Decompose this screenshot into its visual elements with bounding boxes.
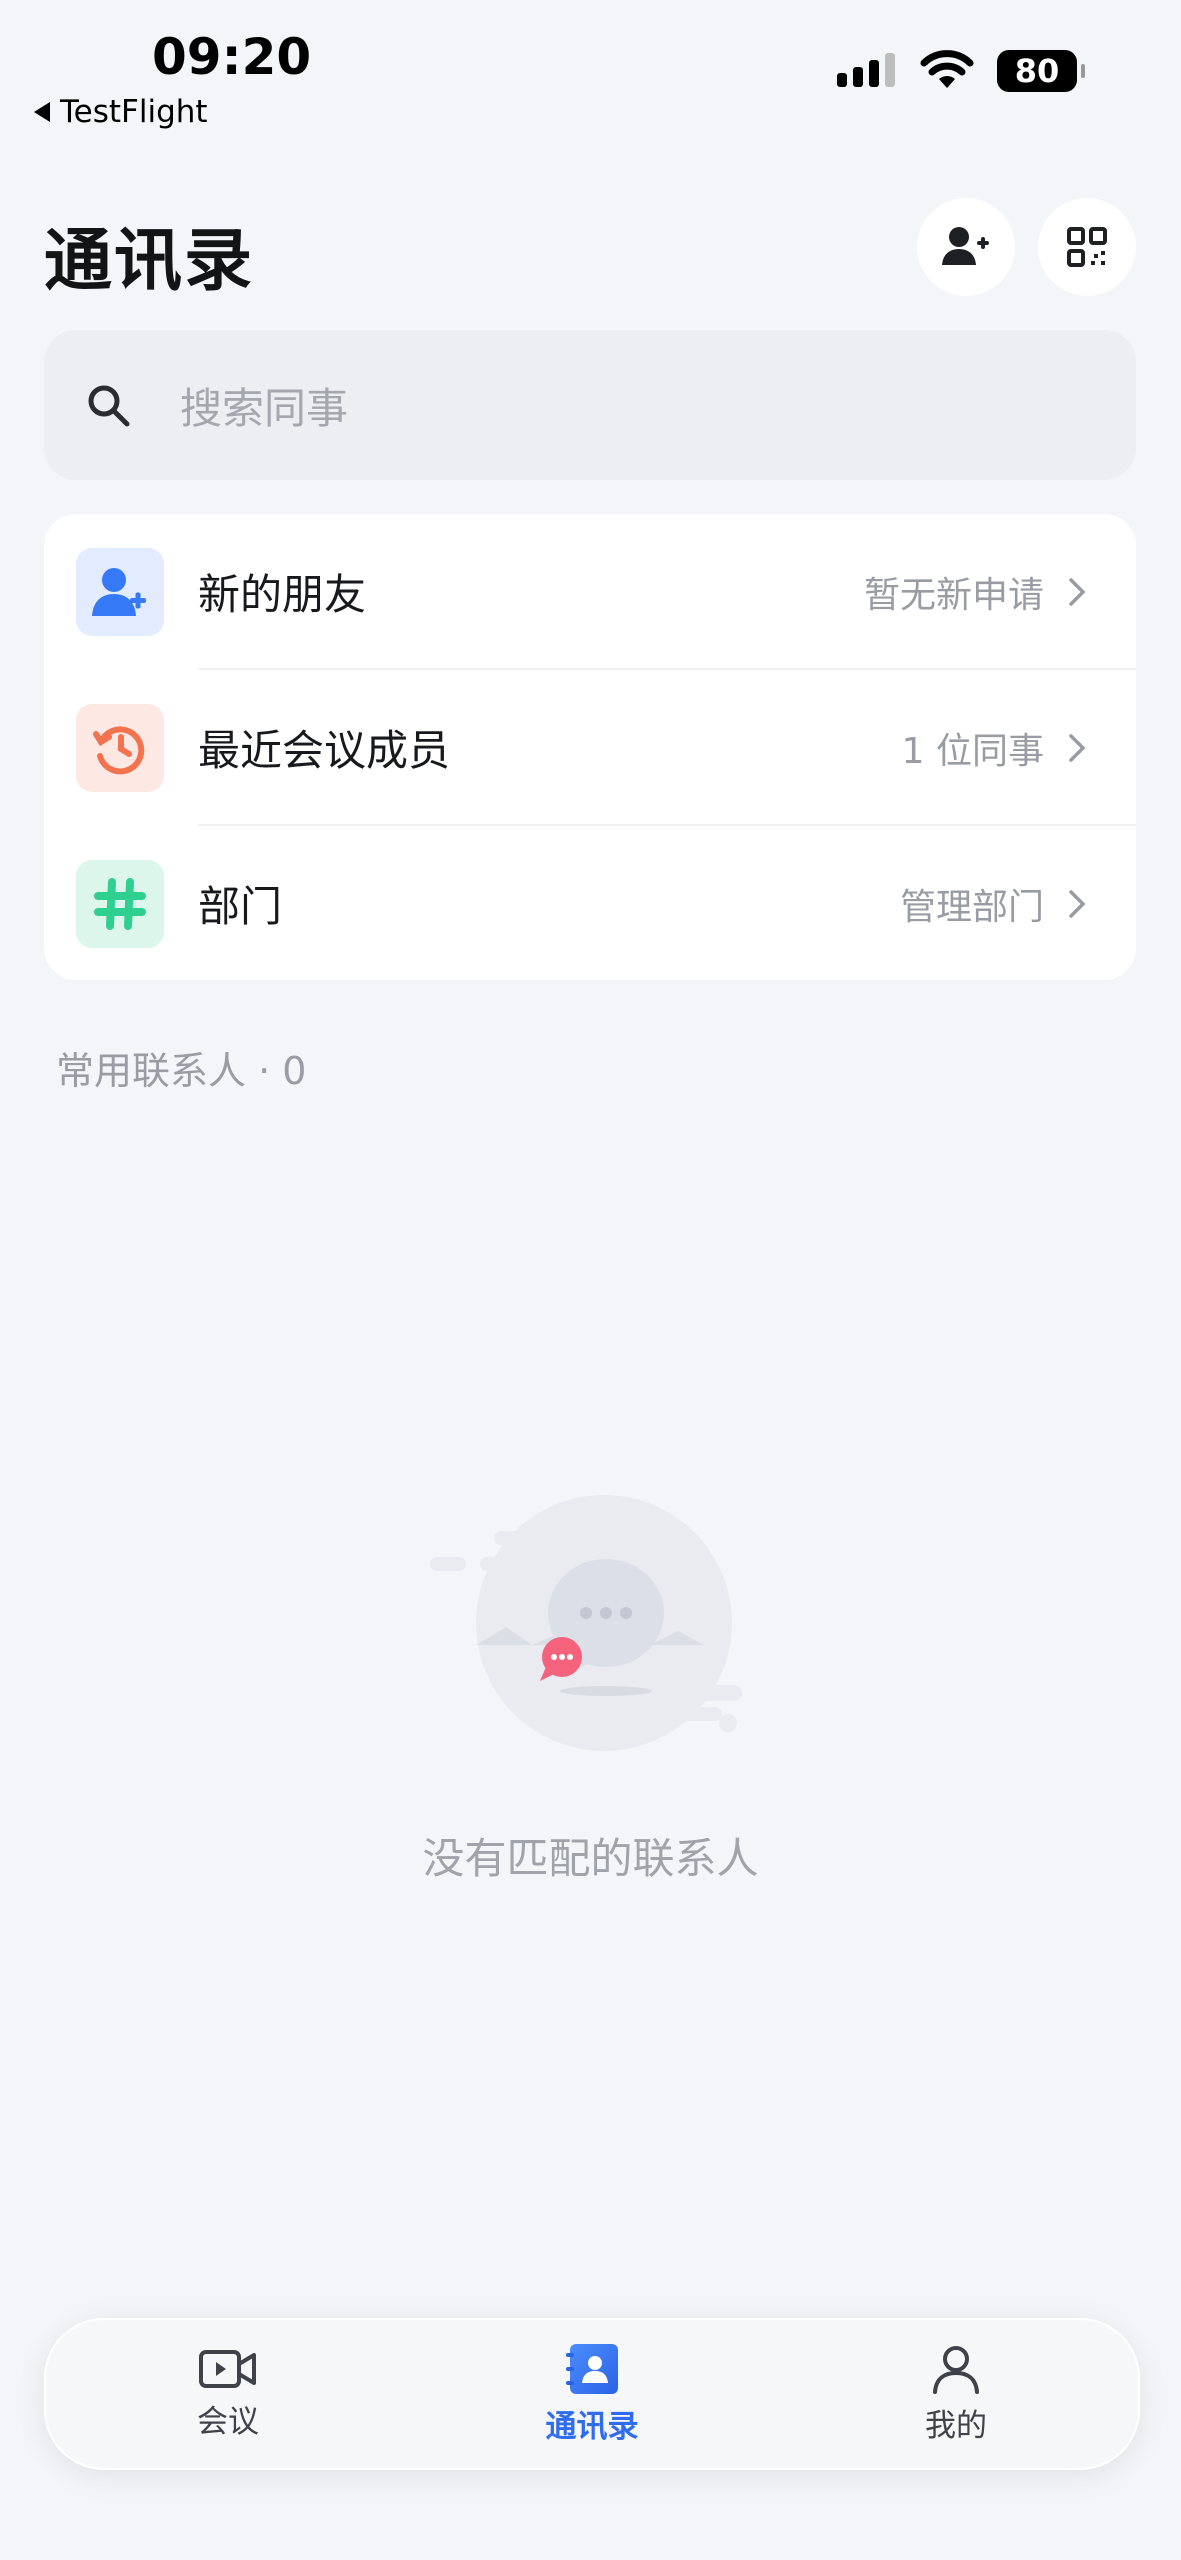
tab-meetings[interactable]: 会议 bbox=[46, 2320, 410, 2468]
add-person-icon bbox=[942, 227, 989, 265]
wifi-icon bbox=[920, 50, 974, 88]
hashtag-icon bbox=[76, 859, 164, 948]
chevron-right-icon bbox=[1069, 889, 1086, 918]
qr-scan-icon bbox=[1067, 227, 1107, 267]
person-icon bbox=[933, 2345, 979, 2394]
search-icon bbox=[88, 385, 130, 427]
back-to-app-link[interactable]: TestFlight bbox=[34, 94, 208, 130]
chevron-right-icon bbox=[1069, 733, 1086, 762]
tab-contacts[interactable]: 通讯录 bbox=[410, 2320, 774, 2468]
page-title: 通讯录 bbox=[44, 222, 255, 301]
menu-item-label: 最近会议成员 bbox=[198, 726, 451, 775]
menu-item-label: 新的朋友 bbox=[198, 570, 367, 619]
menu-item-recent-meeting-members[interactable]: 最近会议成员 1 位同事 bbox=[44, 670, 1136, 825]
back-arrow-icon bbox=[34, 102, 50, 122]
video-camera-icon bbox=[199, 2349, 256, 2388]
menu-item-detail: 管理部门 bbox=[899, 886, 1044, 928]
menu-item-detail: 暂无新申请 bbox=[863, 574, 1044, 616]
tab-label: 会议 bbox=[197, 2403, 259, 2440]
empty-contacts-illustration bbox=[430, 1495, 742, 1751]
status-icons: 80 bbox=[835, 50, 1085, 92]
cellular-signal-icon bbox=[837, 53, 895, 87]
contacts-menu-card: 新的朋友 暂无新申请 最近会议成员 1 位同事 部门 管理部门 bbox=[44, 514, 1136, 980]
menu-item-detail: 1 位同事 bbox=[901, 730, 1044, 772]
tab-me[interactable]: 我的 bbox=[774, 2320, 1138, 2468]
add-friend-icon bbox=[76, 547, 164, 636]
search-bar[interactable]: 搜索同事 bbox=[44, 330, 1136, 480]
add-contact-button[interactable] bbox=[917, 198, 1015, 296]
menu-item-label: 部门 bbox=[198, 882, 283, 931]
tab-label: 我的 bbox=[925, 2407, 987, 2444]
contacts-book-icon bbox=[566, 2343, 618, 2394]
tab-label: 通讯录 bbox=[545, 2408, 639, 2445]
search-placeholder: 搜索同事 bbox=[180, 383, 349, 433]
history-clock-icon bbox=[76, 703, 164, 792]
chevron-right-icon bbox=[1069, 577, 1086, 606]
menu-item-new-friends[interactable]: 新的朋友 暂无新申请 bbox=[44, 514, 1136, 669]
menu-item-departments[interactable]: 部门 管理部门 bbox=[44, 826, 1136, 980]
scan-qr-button[interactable] bbox=[1038, 198, 1136, 296]
status-time: 09:20 bbox=[152, 28, 312, 86]
favorites-section-label: 常用联系人 · 0 bbox=[56, 1049, 307, 1093]
empty-state-message: 没有匹配的联系人 bbox=[422, 1834, 759, 1883]
back-app-label: TestFlight bbox=[60, 94, 208, 130]
battery-indicator: 80 bbox=[997, 50, 1085, 92]
bottom-tab-bar: 会议 通讯录 我的 bbox=[44, 2318, 1140, 2470]
